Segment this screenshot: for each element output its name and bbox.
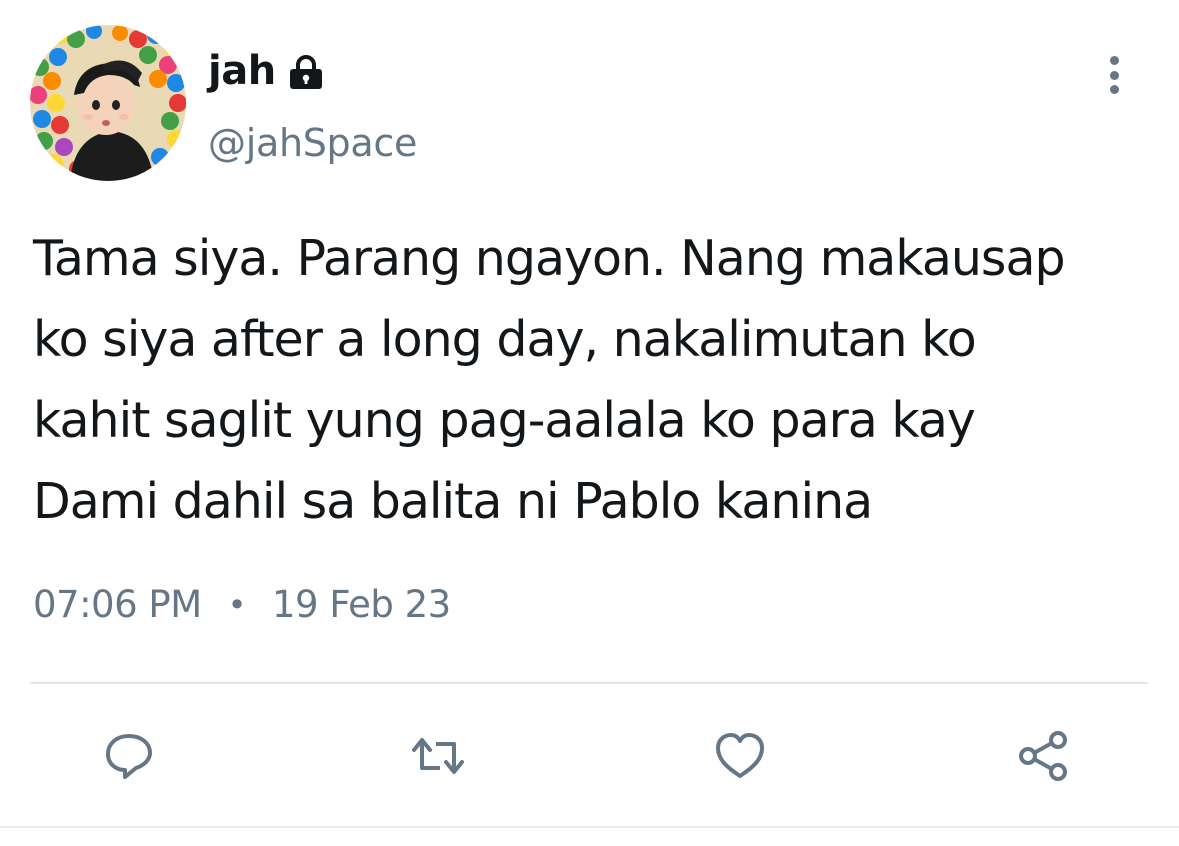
more-options-button[interactable]	[1092, 50, 1136, 100]
meta-separator: •	[227, 586, 247, 624]
lock-icon	[286, 53, 326, 93]
share-button[interactable]	[1014, 726, 1074, 786]
retweet-icon	[412, 738, 464, 774]
share-icon	[1019, 731, 1067, 781]
reply-icon	[106, 734, 152, 779]
user-handle[interactable]: @jahSpace	[208, 118, 417, 168]
reply-button[interactable]	[99, 726, 159, 786]
display-name[interactable]: jah	[208, 46, 276, 96]
tweet-text: Tama siya. Parang ngayon. Nang makausap …	[33, 230, 1066, 530]
display-name-row: jah	[208, 46, 326, 96]
more-vertical-icon-dot	[1109, 85, 1119, 94]
heart-icon	[716, 733, 764, 778]
like-button[interactable]	[710, 726, 770, 786]
more-vertical-icon-dot	[1109, 70, 1119, 80]
more-vertical-icon	[1109, 56, 1119, 65]
retweet-button[interactable]	[408, 726, 468, 786]
bottom-divider	[0, 826, 1179, 828]
tweet-timestamp: 07:06 PM • 19 Feb 23	[33, 580, 451, 630]
tweet-date[interactable]: 19 Feb 23	[272, 580, 451, 630]
divider	[30, 682, 1148, 684]
tweet-card: jah @jahSpace Tama siya. Parang ngayon. …	[0, 0, 1179, 846]
avatar-image	[30, 25, 186, 181]
avatar[interactable]	[30, 25, 186, 181]
tweet-time[interactable]: 07:06 PM	[33, 580, 202, 630]
